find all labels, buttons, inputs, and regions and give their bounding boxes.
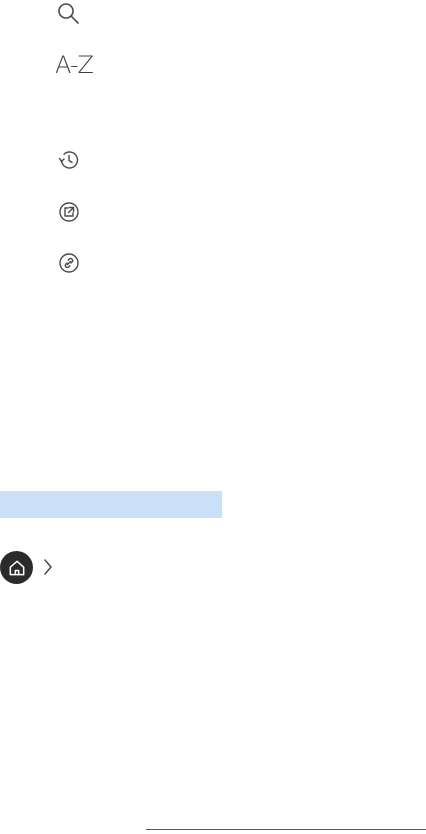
az-sort-label: A-Z (55, 51, 94, 79)
link-icon[interactable] (56, 250, 82, 276)
az-sort-icon[interactable]: A-Z (55, 50, 94, 80)
external-link-icon[interactable] (56, 199, 82, 225)
bottom-divider (146, 829, 426, 830)
home-icon (9, 560, 24, 575)
search-icon[interactable] (55, 0, 81, 26)
home-button[interactable] (0, 551, 33, 584)
highlight-bar (0, 491, 222, 518)
history-icon[interactable] (56, 147, 82, 173)
chevron-right-icon[interactable] (41, 557, 55, 577)
